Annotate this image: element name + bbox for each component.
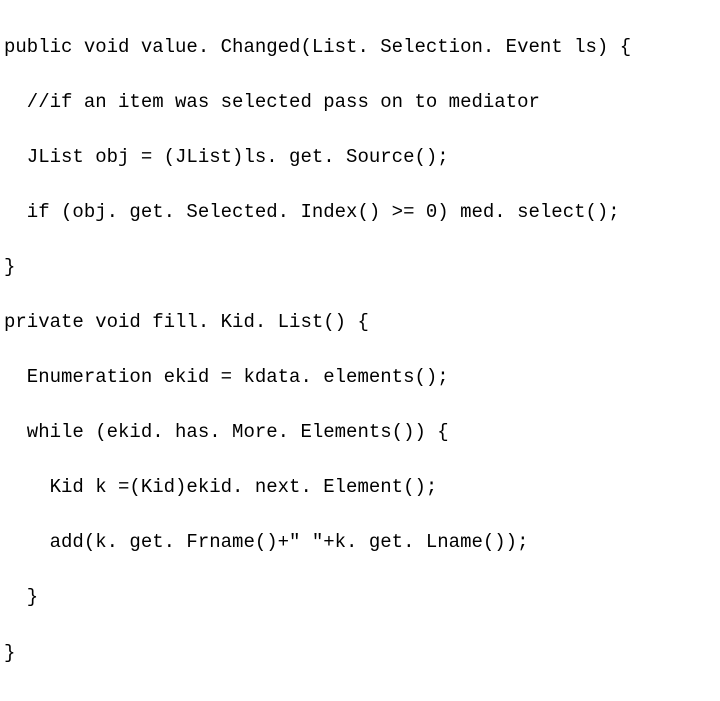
code-line: Kid k =(Kid)ekid. next. Element(); <box>4 474 716 502</box>
code-line: } <box>4 254 716 282</box>
code-line: //if an item was selected pass on to med… <box>4 89 716 117</box>
code-line: } <box>4 640 716 668</box>
code-line: } <box>4 584 716 612</box>
code-line: JList obj = (JList)ls. get. Source(); <box>4 144 716 172</box>
code-line: add(k. get. Frname()+" "+k. get. Lname()… <box>4 529 716 557</box>
code-block: public void value. Changed(List. Selecti… <box>0 0 720 701</box>
code-line: while (ekid. has. More. Elements()) { <box>4 419 716 447</box>
code-line: Enumeration ekid = kdata. elements(); <box>4 364 716 392</box>
code-line: if (obj. get. Selected. Index() >= 0) me… <box>4 199 716 227</box>
code-line: private void fill. Kid. List() { <box>4 309 716 337</box>
code-line: public void value. Changed(List. Selecti… <box>4 34 716 62</box>
